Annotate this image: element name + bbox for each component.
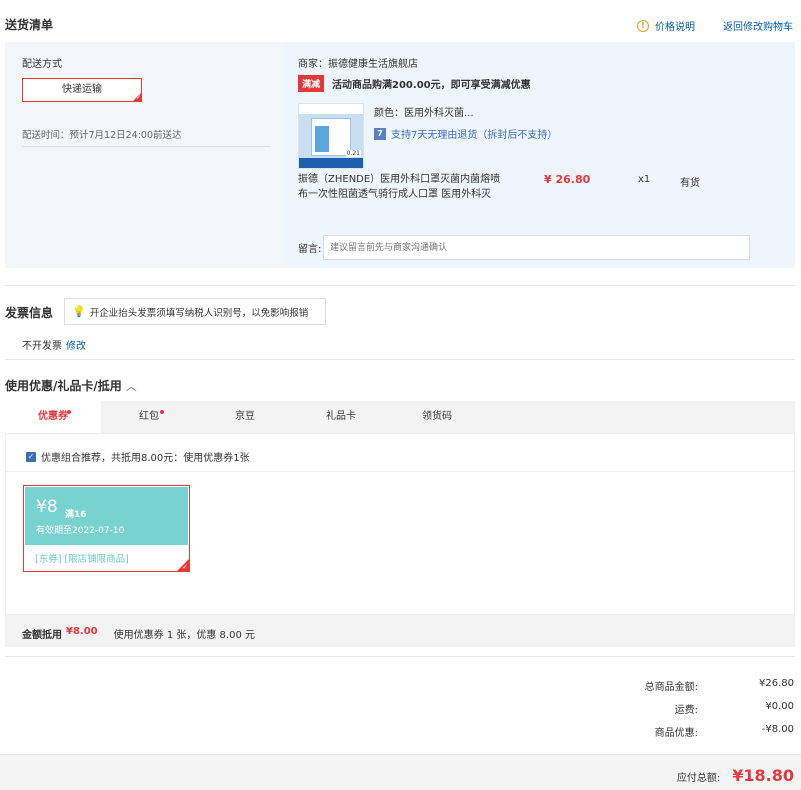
divider [5, 285, 795, 286]
divider [5, 471, 795, 472]
tab-pickup-code[interactable]: 领货码 [389, 401, 485, 433]
divider [5, 656, 795, 657]
recommend-row[interactable]: ✓ 优惠组合推荐，共抵用8.00元：使用优惠券1张 [26, 449, 250, 464]
tab-coupons[interactable]: 优惠券 [5, 401, 101, 433]
coupon-condition: 满16 [65, 510, 87, 520]
tab-label: 红包 [139, 411, 159, 422]
divider [5, 359, 795, 360]
recommend-checkbox[interactable]: ✓ [26, 451, 36, 462]
invoice-tip-text: 开企业抬头发票须填写纳税人识别号，以免影响报销 [89, 307, 309, 319]
invoice-edit-link[interactable]: 修改 [66, 337, 86, 352]
shipping-time: 配送时间：预计7月12日24:00前送达 [22, 130, 182, 141]
shipping-method-value: 快递运输 [62, 84, 102, 95]
summary-value: ¥26.80 [759, 678, 794, 689]
invoice-value: 不开发票 [22, 341, 62, 352]
shipping-method-button[interactable]: 快递运输 ✓ [22, 78, 142, 102]
coupon-section-toggle[interactable]: 使用优惠/礼品卡/抵用 ︿ [5, 377, 137, 394]
new-dot-icon [67, 410, 71, 414]
total-label: 应付总额: [676, 773, 721, 784]
invoice-tip: 💡 开企业抬头发票须填写纳税人识别号，以免影响报销 [64, 298, 326, 325]
promo-row: 满减 活动商品购满200.00元，即可享受满减优惠 [298, 75, 531, 92]
message-input[interactable] [323, 235, 750, 260]
product-stock: 有货 [680, 178, 700, 189]
message-label: 留言: [298, 244, 322, 255]
return-policy: 7 支持7天无理由退货（拆封后不支持） [374, 126, 557, 141]
product-color: 颜色：医用外科灭菌... [374, 108, 474, 119]
recommend-text: 优惠组合推荐，共抵用8.00元：使用优惠券1张 [41, 453, 250, 464]
tab-label: 京豆 [235, 411, 255, 422]
summary-label: 商品优惠: [654, 728, 698, 739]
summary-value: ¥0.00 [765, 701, 794, 712]
tab-jd-beans[interactable]: 京豆 [197, 401, 293, 433]
product-image[interactable]: 0.21 [298, 103, 364, 169]
check-icon: ✓ [135, 94, 141, 101]
invoice-value-row: 不开发票 修改 [22, 337, 86, 352]
summary-label: 总商品金额: [644, 682, 698, 693]
coupon-amount: ¥8 [36, 497, 58, 517]
tab-label: 优惠券 [38, 411, 68, 422]
summary-label: 运费: [674, 705, 698, 716]
info-icon: ! [637, 19, 649, 32]
back-to-cart-link[interactable]: 返回修改购物车 [723, 18, 793, 33]
coupon-validity: 有效期至2022-07-10 [36, 526, 125, 536]
new-dot-icon [160, 410, 164, 414]
shipping-method-label: 配送方式 [22, 59, 62, 70]
invoice-title: 发票信息 [5, 306, 54, 320]
tab-gift-card[interactable]: 礼品卡 [293, 401, 389, 433]
seller-name[interactable]: 商家：振德健康生活旗舰店 [298, 55, 418, 70]
deduct-description: 使用优惠券 1 张，优惠 8.00 元 [113, 630, 255, 641]
total-value: ¥18.80 [732, 766, 794, 785]
deduct-value: ¥8.00 [66, 626, 98, 637]
promo-text: 活动商品购满200.00元，即可享受满减优惠 [332, 80, 531, 91]
tab-red-packet[interactable]: 红包 [101, 401, 197, 433]
summary-value: -¥8.00 [761, 724, 794, 735]
chevron-up-icon: ︿ [125, 379, 137, 393]
check-icon: ✓ [182, 563, 188, 571]
coupon-section-title: 使用优惠/礼品卡/抵用 [5, 379, 122, 393]
seven-day-return-icon: 7 [374, 127, 386, 140]
summary-row: 商品优惠: -¥8.00 [578, 724, 794, 739]
product-image-tag: 0.21 [345, 150, 361, 157]
total-row: 应付总额: ¥18.80 [677, 766, 794, 785]
tab-label: 领货码 [422, 411, 452, 422]
lightbulb-icon: 💡 [72, 305, 86, 318]
divider [22, 146, 271, 147]
product-quantity: x1 [638, 174, 651, 185]
deduct-row: 金额抵用 ¥8.00 使用优惠券 1 张，优惠 8.00 元 [22, 626, 255, 641]
product-name[interactable]: 振德（ZHENDE）医用外科口罩灭菌内菌熔喷布一次性阻菌透气骑行成人口罩 医用外… [298, 172, 508, 202]
tab-label: 礼品卡 [326, 411, 356, 422]
price-note-label: 价格说明 [655, 22, 695, 33]
coupon-tags: [东券] [限店铺限商品] [35, 554, 129, 565]
product-price: ¥ 26.80 [544, 173, 591, 186]
summary-row: 总商品金额: ¥26.80 [578, 678, 794, 693]
delivery-list-title: 送货清单 [5, 18, 54, 32]
deduct-label: 金额抵用 [22, 630, 62, 641]
price-note-link[interactable]: ! 价格说明 [637, 18, 695, 33]
summary-row: 运费: ¥0.00 [578, 701, 794, 716]
return-policy-text: 支持7天无理由退货（拆封后不支持） [391, 130, 558, 141]
promo-badge: 满减 [298, 75, 325, 92]
coupon-tabs: 优惠券 红包 京豆 礼品卡 领货码 [5, 401, 795, 433]
coupon-card[interactable]: ¥8 满16 有效期至2022-07-10 [东券] [限店铺限商品] ✓ [23, 485, 190, 572]
